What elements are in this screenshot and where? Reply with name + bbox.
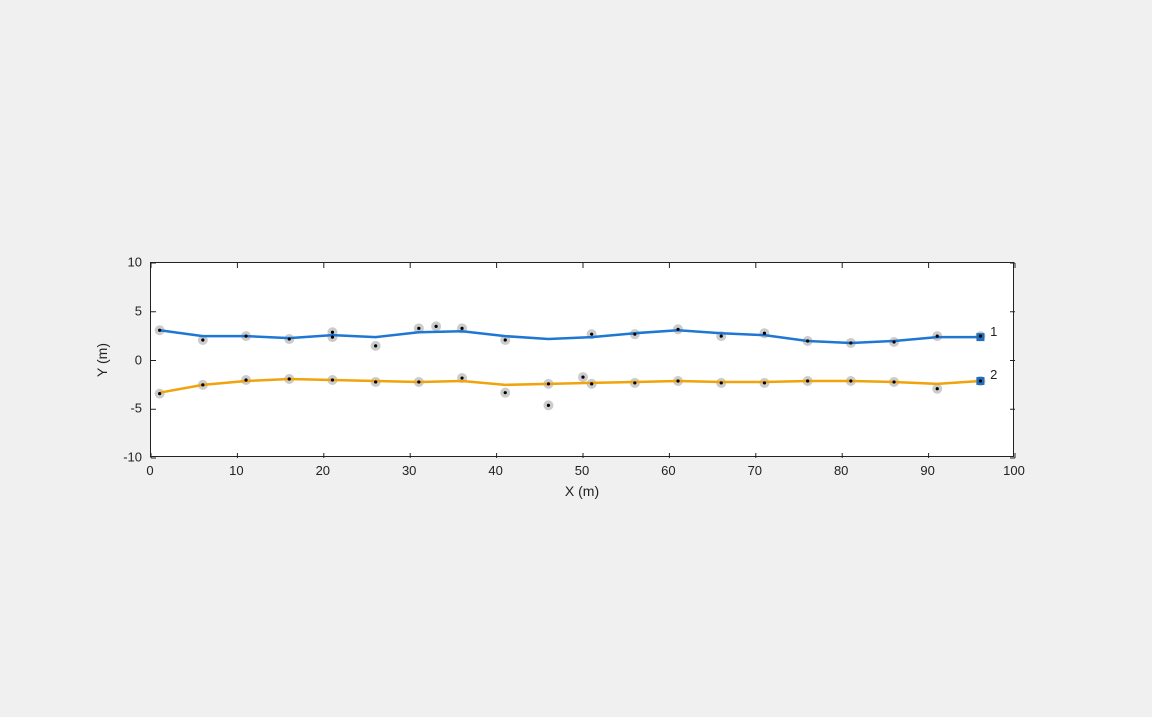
x-axis-label: X (m) (565, 483, 599, 499)
y-tick-label: 0 (135, 352, 142, 367)
y-tick-label: -5 (130, 401, 142, 416)
y-tick-label: -10 (123, 450, 142, 465)
plot-area (151, 263, 1015, 458)
axes (150, 262, 1014, 457)
x-tick-label: 60 (661, 463, 675, 478)
track-label-1: 1 (990, 324, 997, 339)
x-tick-label: 0 (146, 463, 153, 478)
x-tick-label: 50 (575, 463, 589, 478)
y-tick-label: 5 (135, 303, 142, 318)
y-axis-label: Y (m) (94, 343, 110, 377)
track-label-2: 2 (990, 367, 997, 382)
figure: X (m) Y (m) 0 10 20 30 40 50 60 70 80 90 100 -10 -5 0… (0, 0, 1152, 717)
x-tick-label: 100 (1003, 463, 1025, 478)
x-tick-label: 90 (920, 463, 934, 478)
x-tick-label: 80 (834, 463, 848, 478)
x-tick-label: 40 (488, 463, 502, 478)
y-tick-label: 10 (128, 255, 142, 270)
x-tick-label: 20 (316, 463, 330, 478)
x-tick-label: 70 (748, 463, 762, 478)
x-tick-label: 10 (229, 463, 243, 478)
x-tick-label: 30 (402, 463, 416, 478)
